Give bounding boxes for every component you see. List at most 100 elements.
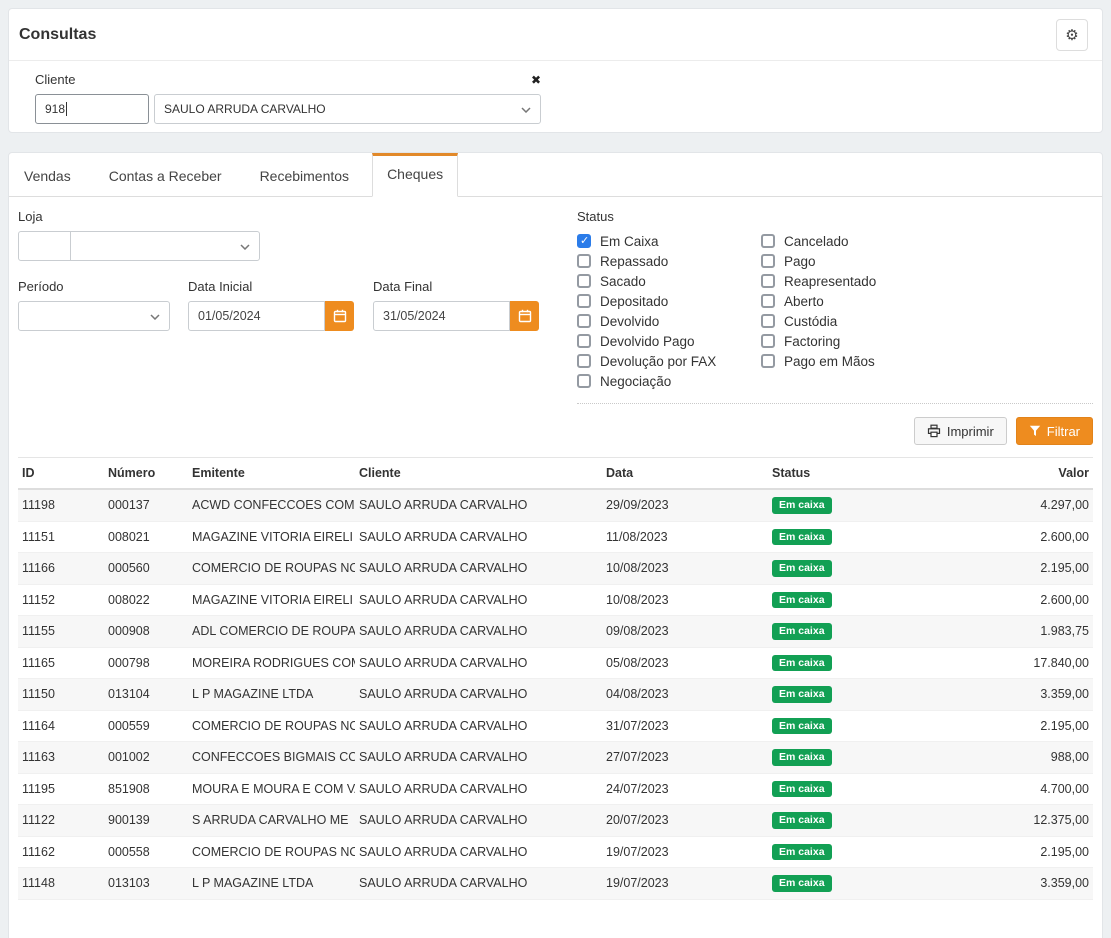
table-row[interactable]: 11165000798MOREIRA RODRIGUES COME…SAULO … (18, 647, 1093, 679)
data-inicial-input[interactable]: 01/05/2024 (188, 301, 325, 331)
cell-numero: 000798 (104, 647, 188, 679)
status-option-custodia[interactable]: Custódia (761, 311, 876, 331)
cell-status: Em caixa (768, 805, 938, 837)
table-row[interactable]: 11148013103L P MAGAZINE LTDASAULO ARRUDA… (18, 868, 1093, 900)
unchecked-checkbox-icon[interactable] (577, 354, 591, 368)
unchecked-checkbox-icon[interactable] (761, 334, 775, 348)
status-option-pago-em-maos[interactable]: Pago em Mãos (761, 351, 876, 371)
chevron-down-icon (240, 244, 250, 250)
cell-status: Em caixa (768, 773, 938, 805)
status-option-reapresentado[interactable]: Reapresentado (761, 271, 876, 291)
status-option-sacado[interactable]: Sacado (577, 271, 761, 291)
loja-code-input[interactable] (18, 231, 71, 261)
periodo-select[interactable] (18, 301, 170, 331)
tab-recebimentos[interactable]: Recebimentos (245, 154, 365, 197)
imprimir-button[interactable]: Imprimir (914, 417, 1007, 445)
column-header-emitente: Emitente (188, 458, 355, 490)
cell-id: 11151 (18, 521, 104, 553)
tab-contas-a-receber[interactable]: Contas a Receber (94, 154, 237, 197)
cell-emitente: ACWD CONFECCOES COMER… (188, 489, 355, 521)
cell-numero: 851908 (104, 773, 188, 805)
cell-data: 19/07/2023 (602, 868, 768, 900)
status-badge: Em caixa (772, 749, 832, 766)
cell-valor: 1.983,75 (938, 616, 1093, 648)
table-row[interactable]: 11150013104L P MAGAZINE LTDASAULO ARRUDA… (18, 679, 1093, 711)
tab-cheques[interactable]: Cheques (372, 153, 458, 197)
table-row[interactable]: 11151008021MAGAZINE VITORIA EIRELI MESAU… (18, 521, 1093, 553)
status-option-factoring[interactable]: Factoring (761, 331, 876, 351)
table-row[interactable]: 11195851908MOURA E MOURA E COM VAR…SAULO… (18, 773, 1093, 805)
unchecked-checkbox-icon[interactable] (761, 254, 775, 268)
status-badge: Em caixa (772, 655, 832, 672)
status-option-label: Devolvido (600, 314, 659, 329)
status-option-label: Factoring (784, 334, 840, 349)
unchecked-checkbox-icon[interactable] (577, 334, 591, 348)
table-row[interactable]: 11198000137ACWD CONFECCOES COMER…SAULO A… (18, 489, 1093, 521)
cell-numero: 000908 (104, 616, 188, 648)
unchecked-checkbox-icon[interactable] (577, 274, 591, 288)
status-option-em-caixa[interactable]: Em Caixa (577, 231, 761, 251)
table-row[interactable]: 11122900139S ARRUDA CARVALHO MESAULO ARR… (18, 805, 1093, 837)
status-badge: Em caixa (772, 686, 832, 703)
column-header-id: ID (18, 458, 104, 490)
loja-select[interactable] (70, 231, 260, 261)
table-row[interactable]: 11155000908ADL COMERCIO DE ROUPAS …SAULO… (18, 616, 1093, 648)
status-option-negociacao[interactable]: Negociação (577, 371, 761, 391)
status-option-aberto[interactable]: Aberto (761, 291, 876, 311)
unchecked-checkbox-icon[interactable] (577, 294, 591, 308)
cell-status: Em caixa (768, 616, 938, 648)
table-row[interactable]: 11162000558COMERCIO DE ROUPAS NOV…SAULO … (18, 836, 1093, 868)
status-option-devolvido[interactable]: Devolvido (577, 311, 761, 331)
tab-vendas[interactable]: Vendas (9, 154, 86, 197)
data-final-calendar-button[interactable] (510, 301, 539, 331)
status-option-devolucao-por-fax[interactable]: Devolução por FAX (577, 351, 761, 371)
cell-cliente: SAULO ARRUDA CARVALHO (355, 868, 602, 900)
unchecked-checkbox-icon[interactable] (577, 314, 591, 328)
periodo-label: Período (18, 279, 170, 294)
clear-client-icon[interactable]: ✖ (531, 74, 541, 86)
filtrar-button[interactable]: Filtrar (1016, 417, 1093, 445)
table-row[interactable]: 11166000560COMERCIO DE ROUPAS NOV…SAULO … (18, 553, 1093, 585)
data-inicial-calendar-button[interactable] (325, 301, 354, 331)
status-option-pago[interactable]: Pago (761, 251, 876, 271)
text-caret (66, 102, 67, 116)
cell-status: Em caixa (768, 584, 938, 616)
unchecked-checkbox-icon[interactable] (761, 294, 775, 308)
cell-data: 11/08/2023 (602, 521, 768, 553)
status-option-repassado[interactable]: Repassado (577, 251, 761, 271)
status-option-depositado[interactable]: Depositado (577, 291, 761, 311)
status-option-label: Pago (784, 254, 816, 269)
status-option-label: Em Caixa (600, 234, 659, 249)
consultas-panel: Consultas ⚙ Cliente ✖ 918 SAULO ARRUDA C… (8, 8, 1103, 133)
data-final-input[interactable]: 31/05/2024 (373, 301, 510, 331)
status-option-cancelado[interactable]: Cancelado (761, 231, 876, 251)
filters-section: Loja Período Data Inicial (9, 197, 1102, 404)
client-code-input[interactable]: 918 (35, 94, 149, 124)
unchecked-checkbox-icon[interactable] (761, 234, 775, 248)
column-header-status: Status (768, 458, 938, 490)
table-row[interactable]: 11164000559COMERCIO DE ROUPAS NOV…SAULO … (18, 710, 1093, 742)
status-option-devolvido-pago[interactable]: Devolvido Pago (577, 331, 761, 351)
unchecked-checkbox-icon[interactable] (761, 274, 775, 288)
settings-button[interactable]: ⚙ (1056, 19, 1088, 51)
cell-emitente: MOURA E MOURA E COM VAR… (188, 773, 355, 805)
unchecked-checkbox-icon[interactable] (761, 354, 775, 368)
cell-data: 10/08/2023 (602, 584, 768, 616)
cell-cliente: SAULO ARRUDA CARVALHO (355, 616, 602, 648)
cell-cliente: SAULO ARRUDA CARVALHO (355, 553, 602, 585)
table-row[interactable]: 11152008022MAGAZINE VITORIA EIRELI MESAU… (18, 584, 1093, 616)
cell-id: 11195 (18, 773, 104, 805)
unchecked-checkbox-icon[interactable] (761, 314, 775, 328)
cell-cliente: SAULO ARRUDA CARVALHO (355, 679, 602, 711)
unchecked-checkbox-icon[interactable] (577, 374, 591, 388)
cell-valor: 2.195,00 (938, 836, 1093, 868)
cell-id: 11150 (18, 679, 104, 711)
table-row[interactable]: 11163001002CONFECCOES BIGMAIS COM…SAULO … (18, 742, 1093, 774)
status-option-label: Negociação (600, 374, 671, 389)
unchecked-checkbox-icon[interactable] (577, 254, 591, 268)
status-badge: Em caixa (772, 875, 832, 892)
checked-checkbox-icon[interactable] (577, 234, 591, 248)
cell-valor: 17.840,00 (938, 647, 1093, 679)
gear-icon: ⚙ (1065, 28, 1078, 43)
client-select[interactable]: SAULO ARRUDA CARVALHO (154, 94, 541, 124)
